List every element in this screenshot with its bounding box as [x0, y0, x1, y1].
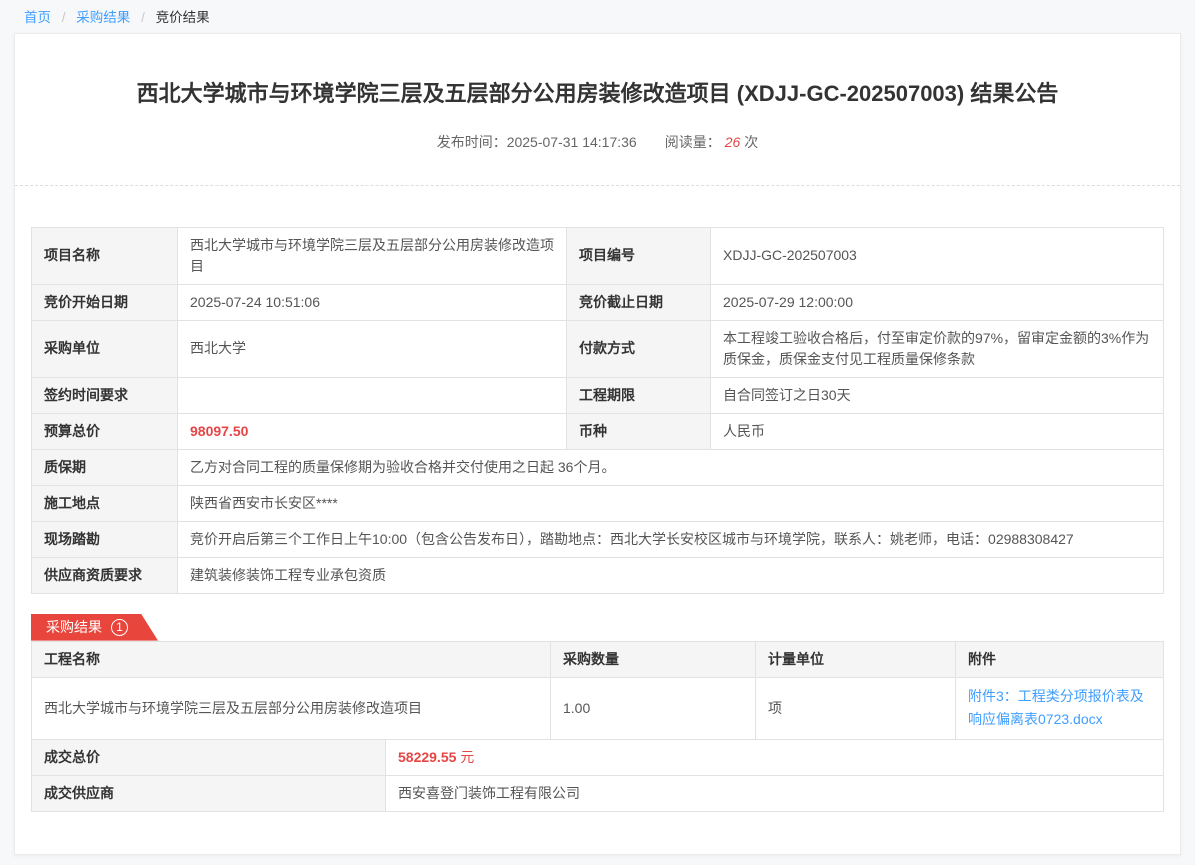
- table-row: 供应商资质要求 建筑装修装饰工程专业承包资质: [32, 557, 1164, 593]
- views-label: 阅读量：: [665, 134, 721, 150]
- info-label-construction-site: 施工地点: [32, 485, 178, 521]
- table-row: 现场踏勘 竞价开启后第三个工作日上午10:00（包含公告发布日），踏勘地点：西北…: [32, 521, 1164, 557]
- meta-line: 发布时间：2025-07-31 14:17:36 阅读量：26次: [31, 132, 1164, 152]
- info-value-purchasing-unit: 西北大学: [178, 320, 567, 377]
- table-row: 成交总价 58229.55 元: [32, 740, 1164, 776]
- table-row: 西北大学城市与环境学院三层及五层部分公用房装修改造项目 1.00 项 附件3：工…: [32, 677, 1164, 740]
- info-value-construction-site: 陕西省西安市长安区****: [178, 485, 1164, 521]
- info-label-bid-start-date: 竞价开始日期: [32, 284, 178, 320]
- info-label-project-number: 项目编号: [567, 227, 711, 284]
- table-row: 成交供应商 西安喜登门装饰工程有限公司: [32, 776, 1164, 812]
- result-header-quantity: 采购数量: [551, 641, 756, 677]
- breadcrumb-home[interactable]: 首页: [24, 10, 51, 25]
- result-header-attachment: 附件: [956, 641, 1164, 677]
- views-count: 26: [725, 134, 741, 150]
- project-info-table: 项目名称 西北大学城市与环境学院三层及五层部分公用房装修改造项目 项目编号 XD…: [31, 227, 1164, 594]
- result-header-project-name: 工程名称: [32, 641, 551, 677]
- table-row: 采购单位 西北大学 付款方式 本工程竣工验收合格后，付至审定价款的97%，留审定…: [32, 320, 1164, 377]
- info-value-project-name: 西北大学城市与环境学院三层及五层部分公用房装修改造项目: [178, 227, 567, 284]
- info-value-budget-total: 98097.50: [178, 413, 567, 449]
- table-row: 施工地点 陕西省西安市长安区****: [32, 485, 1164, 521]
- info-value-payment-method: 本工程竣工验收合格后，付至审定价款的97%，留审定金额的3%作为质保金，质保金支…: [711, 320, 1164, 377]
- info-value-bid-end-date: 2025-07-29 12:00:00: [711, 284, 1164, 320]
- table-row: 项目名称 西北大学城市与环境学院三层及五层部分公用房装修改造项目 项目编号 XD…: [32, 227, 1164, 284]
- result-header-unit: 计量单位: [756, 641, 956, 677]
- info-label-bid-end-date: 竞价截止日期: [567, 284, 711, 320]
- result-value-unit: 项: [756, 677, 956, 740]
- page-title: 西北大学城市与环境学院三层及五层部分公用房装修改造项目 (XDJJ-GC-202…: [31, 34, 1164, 109]
- procurement-result-table: 工程名称 采购数量 计量单位 附件 西北大学城市与环境学院三层及五层部分公用房装…: [31, 641, 1164, 741]
- procurement-result-badge: 采购结果 1: [31, 614, 158, 641]
- info-value-supplier-qualification: 建筑装修装饰工程专业承包资质: [178, 557, 1164, 593]
- deal-total-price-unit: 元: [460, 749, 474, 765]
- info-label-supplier-qualification: 供应商资质要求: [32, 557, 178, 593]
- info-value-currency: 人民币: [711, 413, 1164, 449]
- breadcrumb: 首页 / 采购结果 / 竞价结果: [0, 0, 1195, 33]
- info-label-project-duration: 工程期限: [567, 377, 711, 413]
- deal-value-total-price: 58229.55 元: [386, 740, 1164, 776]
- info-label-currency: 币种: [567, 413, 711, 449]
- info-label-payment-method: 付款方式: [567, 320, 711, 377]
- table-row: 预算总价 98097.50 币种 人民币: [32, 413, 1164, 449]
- info-value-project-number: XDJJ-GC-202507003: [711, 227, 1164, 284]
- result-cell-attachment: 附件3：工程类分项报价表及响应偏离表0723.docx: [956, 677, 1164, 740]
- breadcrumb-current-bidding-results: 竞价结果: [156, 10, 210, 25]
- badge-label: 采购结果: [46, 617, 102, 637]
- info-label-purchasing-unit: 采购单位: [32, 320, 178, 377]
- deal-value-supplier: 西安喜登门装饰工程有限公司: [386, 776, 1164, 812]
- info-label-warranty-period: 质保期: [32, 449, 178, 485]
- deal-total-price-number: 58229.55: [398, 749, 456, 765]
- info-value-warranty-period: 乙方对合同工程的质量保修期为验收合格并交付使用之日起 36个月。: [178, 449, 1164, 485]
- procurement-result-section-header: 采购结果 1: [31, 614, 1164, 641]
- breadcrumb-separator: /: [62, 10, 66, 25]
- table-row: 签约时间要求 工程期限 自合同签订之日30天: [32, 377, 1164, 413]
- announcement-card: 西北大学城市与环境学院三层及五层部分公用房装修改造项目 (XDJJ-GC-202…: [14, 33, 1181, 855]
- result-value-quantity: 1.00: [551, 677, 756, 740]
- table-row: 竞价开始日期 2025-07-24 10:51:06 竞价截止日期 2025-0…: [32, 284, 1164, 320]
- result-value-project-name: 西北大学城市与环境学院三层及五层部分公用房装修改造项目: [32, 677, 551, 740]
- publish-time-label: 发布时间：: [437, 134, 507, 150]
- deal-label-supplier: 成交供应商: [32, 776, 386, 812]
- info-value-site-survey: 竞价开启后第三个工作日上午10:00（包含公告发布日），踏勘地点：西北大学长安校…: [178, 521, 1164, 557]
- info-value-signing-time: [178, 377, 567, 413]
- info-label-project-name: 项目名称: [32, 227, 178, 284]
- views-unit: 次: [744, 134, 758, 150]
- info-label-budget-total: 预算总价: [32, 413, 178, 449]
- deal-label-total-price: 成交总价: [32, 740, 386, 776]
- table-row: 质保期 乙方对合同工程的质量保修期为验收合格并交付使用之日起 36个月。: [32, 449, 1164, 485]
- info-value-project-duration: 自合同签订之日30天: [711, 377, 1164, 413]
- breadcrumb-procurement-results[interactable]: 采购结果: [76, 10, 130, 25]
- badge-count: 1: [111, 619, 128, 636]
- table-header-row: 工程名称 采购数量 计量单位 附件: [32, 641, 1164, 677]
- publish-time-value: 2025-07-31 14:17:36: [507, 134, 637, 150]
- deal-summary-table: 成交总价 58229.55 元 成交供应商 西安喜登门装饰工程有限公司: [31, 739, 1164, 812]
- breadcrumb-separator: /: [141, 10, 145, 25]
- attachment-link[interactable]: 附件3：工程类分项报价表及响应偏离表0723.docx: [968, 688, 1144, 728]
- dashed-divider: [15, 185, 1180, 186]
- info-label-site-survey: 现场踏勘: [32, 521, 178, 557]
- info-label-signing-time: 签约时间要求: [32, 377, 178, 413]
- info-value-bid-start-date: 2025-07-24 10:51:06: [178, 284, 567, 320]
